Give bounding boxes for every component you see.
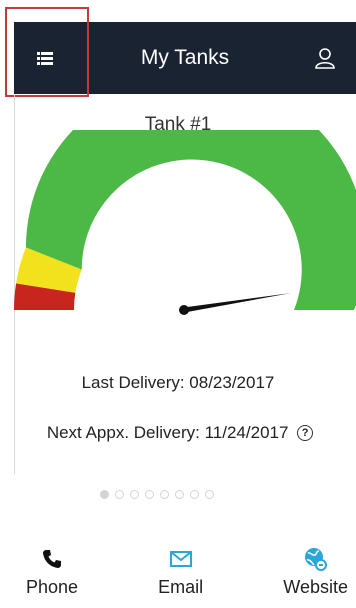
- phone-icon: [43, 550, 62, 568]
- page-title: My Tanks: [140, 46, 230, 69]
- page-dot[interactable]: [130, 490, 139, 499]
- page-dot[interactable]: [100, 490, 109, 499]
- page-dot[interactable]: [145, 490, 154, 499]
- page-dot[interactable]: [205, 490, 214, 499]
- page-dot[interactable]: [160, 490, 169, 499]
- email-button[interactable]: Email: [158, 545, 203, 608]
- phone-button[interactable]: Phone: [26, 545, 78, 608]
- page-dot[interactable]: [115, 490, 124, 499]
- email-icon: [169, 551, 192, 567]
- contact-bar: Phone Email Website: [0, 545, 356, 608]
- next-delivery: Next Appx. Delivery: 11/24/2017 ?: [2, 423, 356, 443]
- globe-link-icon: [304, 548, 327, 571]
- page-dot[interactable]: [175, 490, 184, 499]
- website-button[interactable]: Website: [283, 545, 348, 608]
- page-indicator[interactable]: [100, 490, 214, 499]
- help-circle-icon[interactable]: ?: [297, 425, 314, 441]
- gauge-zones: [14, 130, 356, 310]
- list-menu-icon: [37, 51, 53, 65]
- email-label: Email: [158, 577, 204, 597]
- tank-gauge: [14, 130, 356, 315]
- menu-button[interactable]: [14, 22, 76, 94]
- page-dot[interactable]: [190, 490, 199, 499]
- user-profile-icon: [315, 48, 335, 69]
- website-label: Website: [283, 577, 348, 597]
- next-delivery-text: Next Appx. Delivery: 11/24/2017: [46, 423, 289, 442]
- app-header: My Tanks: [14, 22, 356, 94]
- user-profile-button[interactable]: [294, 22, 356, 94]
- gauge-needle: [183, 293, 291, 313]
- gauge-needle-pivot: [179, 305, 189, 315]
- phone-label: Phone: [26, 577, 79, 597]
- last-delivery: Last Delivery: 08/23/2017: [81, 373, 275, 392]
